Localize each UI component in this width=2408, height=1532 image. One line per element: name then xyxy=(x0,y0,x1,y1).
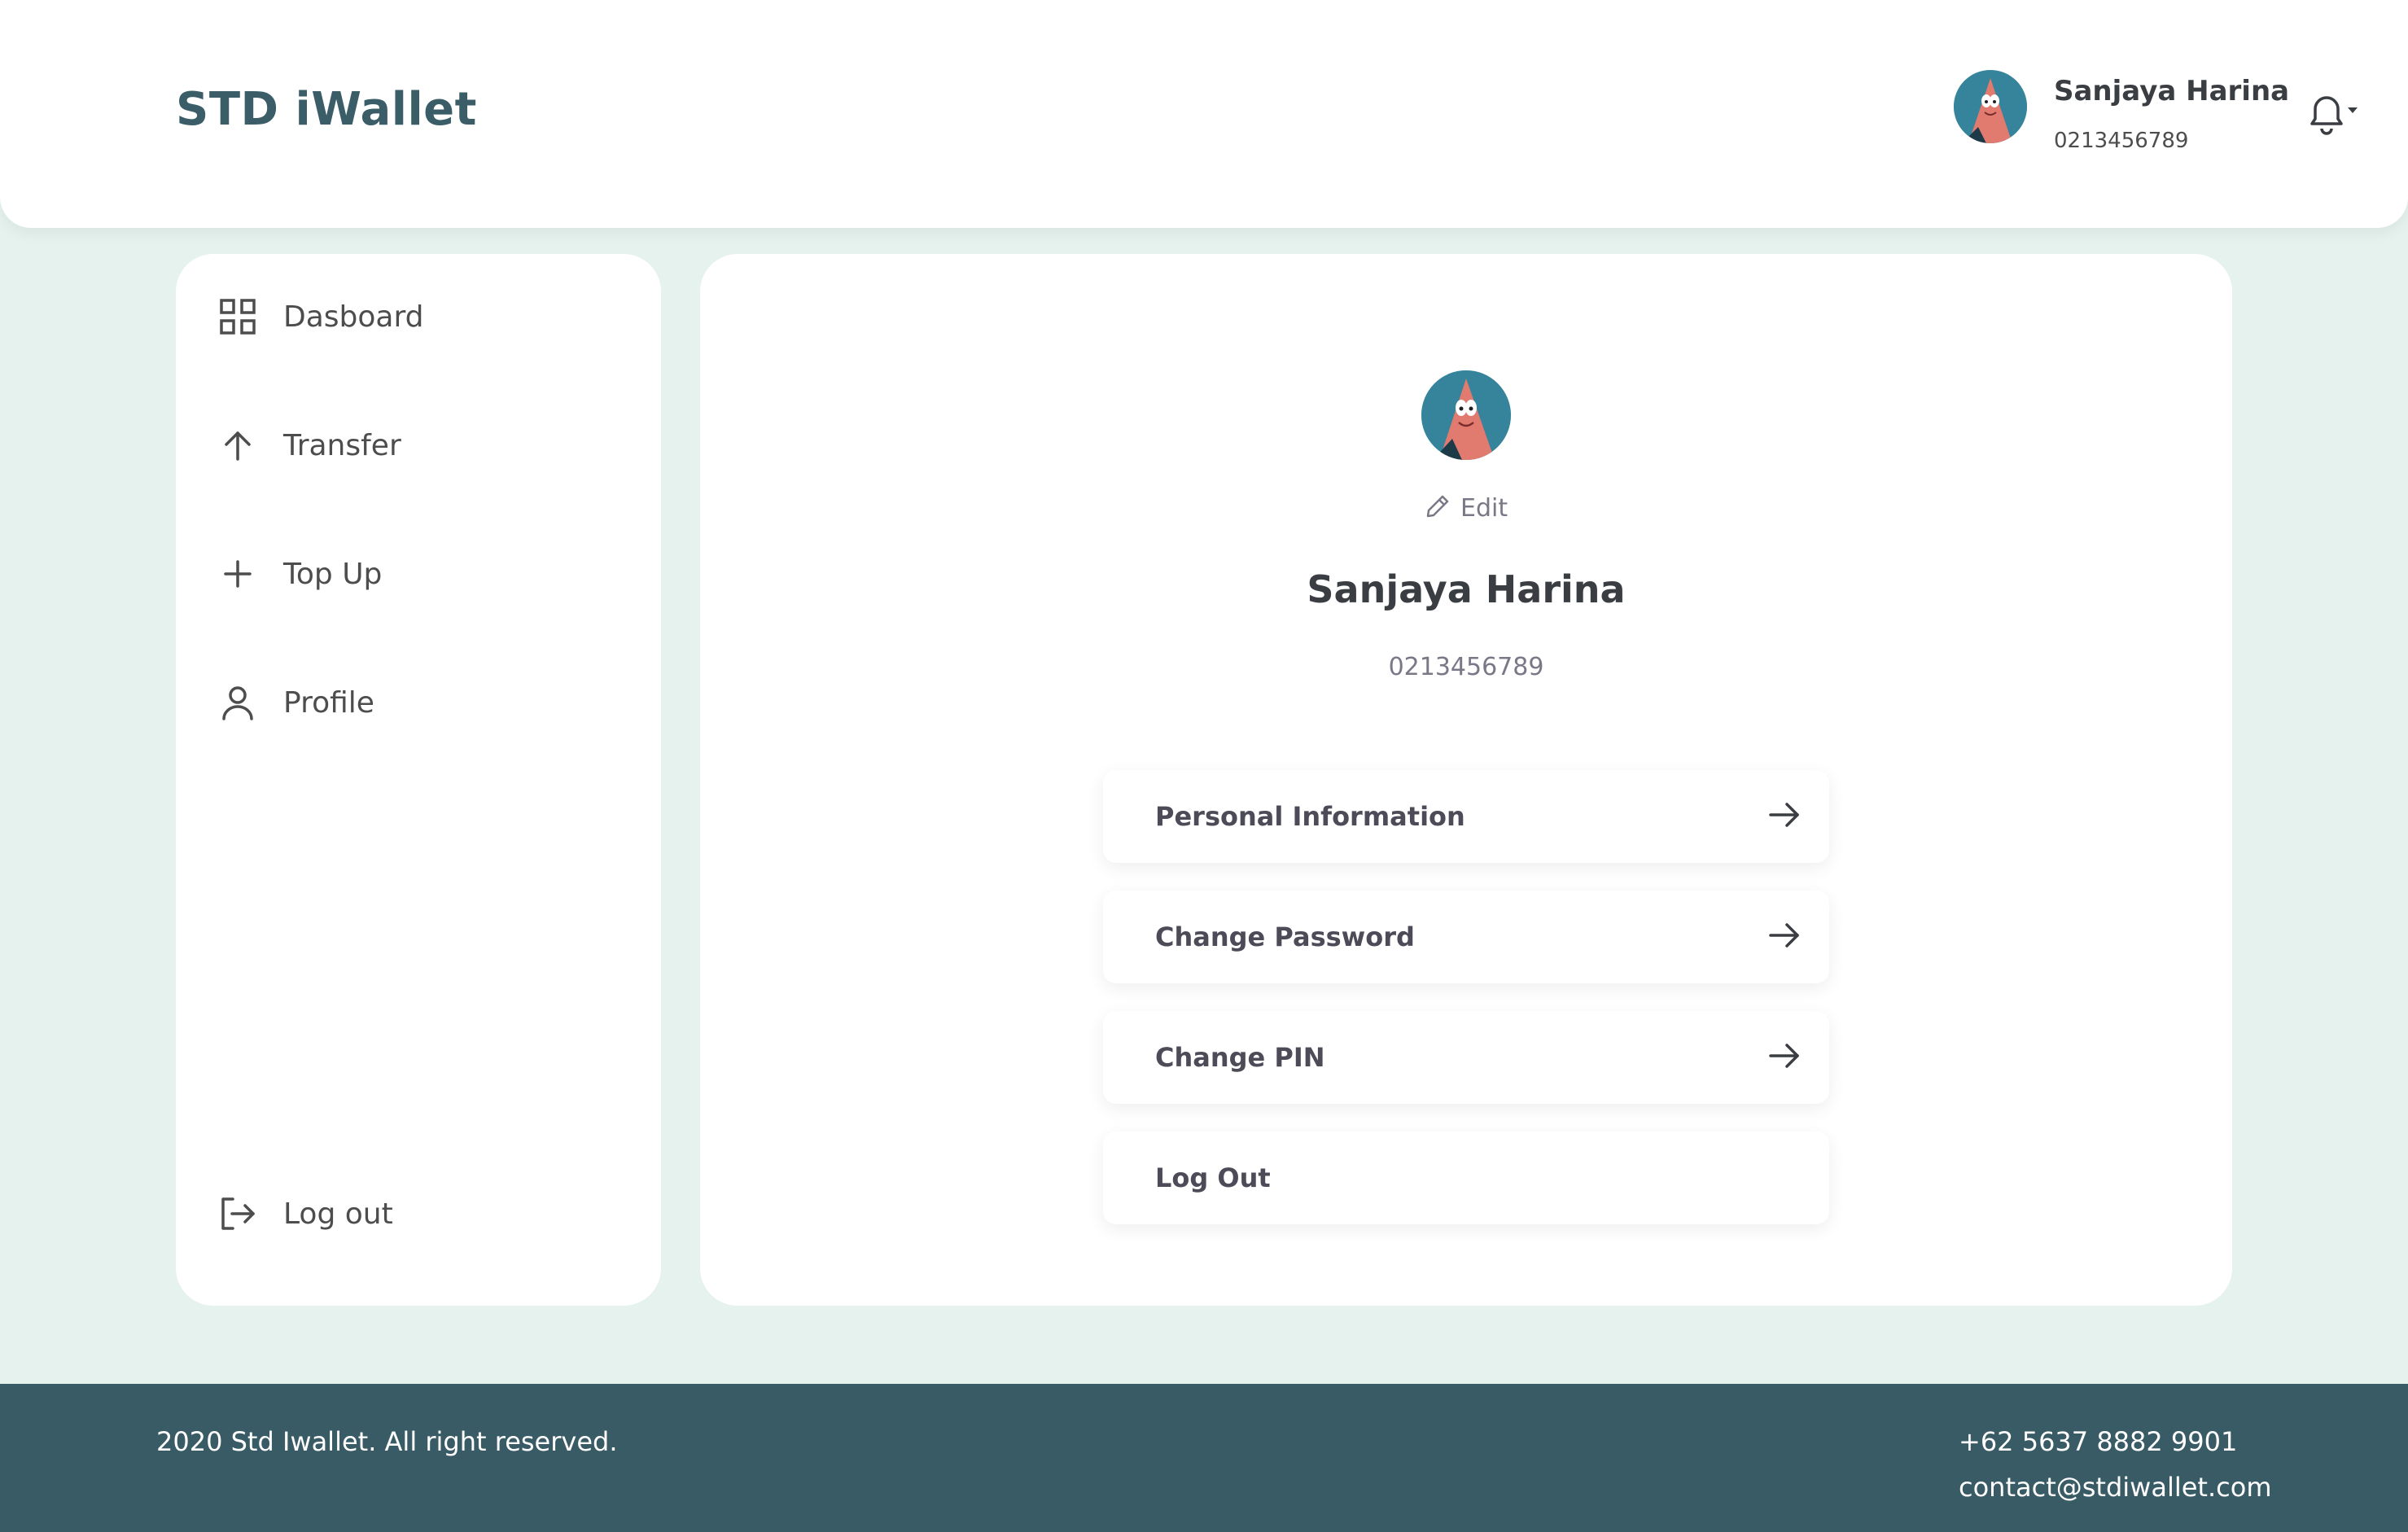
logout-icon xyxy=(217,1193,259,1235)
footer: 2020 Std Iwallet. All right reserved. +6… xyxy=(0,1384,2408,1532)
chevron-down-icon xyxy=(2348,107,2358,113)
user-icon xyxy=(217,681,259,724)
change-pin-button[interactable]: Change PIN xyxy=(1103,1011,1829,1104)
edit-profile-button[interactable]: Edit xyxy=(1425,490,1508,526)
menu-label: Personal Information xyxy=(1155,801,1465,832)
notification-bell-icon[interactable] xyxy=(2304,91,2361,140)
profile-card: Edit Sanjaya Harina 0213456789 Personal … xyxy=(700,254,2232,1306)
footer-email: contact@stdiwallet.com xyxy=(1959,1472,2272,1503)
arrow-right-icon xyxy=(1767,1039,1802,1076)
personal-information-button[interactable]: Personal Information xyxy=(1103,770,1829,863)
sidebar-item-label: Transfer xyxy=(283,428,401,462)
menu-label: Change PIN xyxy=(1155,1042,1325,1073)
arrow-right-icon xyxy=(1767,798,1802,835)
logout-button[interactable]: Log Out xyxy=(1103,1131,1829,1224)
arrow-up-icon xyxy=(217,424,259,466)
sidebar-item-label: Top Up xyxy=(283,557,383,591)
edit-label: Edit xyxy=(1460,493,1508,523)
profile-name: Sanjaya Harina xyxy=(1307,567,1626,611)
pencil-icon xyxy=(1425,493,1451,523)
footer-copyright: 2020 Std Iwallet. All right reserved. xyxy=(156,1426,618,1457)
sidebar-item-label: Profile xyxy=(283,685,374,720)
sidebar: Dasboard Transfer Top Up Profile Log out xyxy=(176,254,661,1306)
plus-icon xyxy=(217,553,259,595)
arrow-right-icon xyxy=(1767,918,1802,956)
top-header: STD iWallet Sanjaya Harina 0213456789 xyxy=(0,0,2408,228)
user-avatar[interactable] xyxy=(1954,70,2027,143)
profile-phone: 0213456789 xyxy=(1388,653,1544,681)
sidebar-item-topup[interactable]: Top Up xyxy=(217,545,624,602)
header-user-name: Sanjaya Harina xyxy=(2054,75,2290,107)
sidebar-item-label: Dasboard xyxy=(283,300,424,334)
grid-icon xyxy=(217,295,259,338)
logout-label: Log out xyxy=(283,1197,393,1231)
menu-label: Log Out xyxy=(1155,1162,1271,1193)
profile-avatar xyxy=(1421,370,1511,460)
menu-label: Change Password xyxy=(1155,921,1415,952)
change-password-button[interactable]: Change Password xyxy=(1103,891,1829,983)
sidebar-logout-button[interactable]: Log out xyxy=(217,1185,624,1242)
brand-logo[interactable]: STD iWallet xyxy=(176,83,477,136)
sidebar-item-profile[interactable]: Profile xyxy=(217,674,624,731)
sidebar-item-dashboard[interactable]: Dasboard xyxy=(217,288,624,345)
sidebar-item-transfer[interactable]: Transfer xyxy=(217,417,624,474)
footer-phone: +62 5637 8882 9901 xyxy=(1959,1426,2238,1457)
header-user-phone: 0213456789 xyxy=(2054,129,2189,153)
